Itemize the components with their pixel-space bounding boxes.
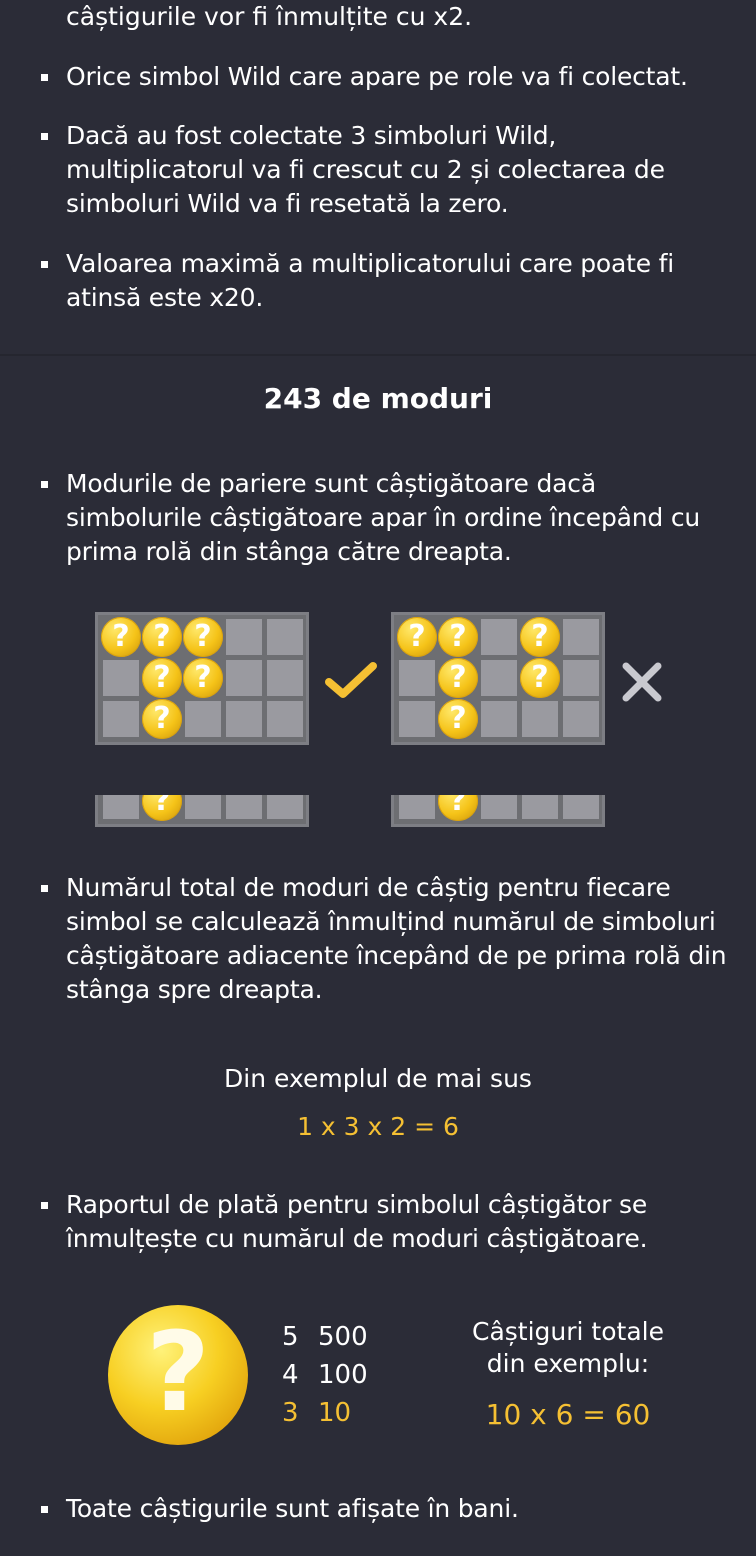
question-coin-icon: ? (183, 617, 223, 657)
paytable-count: 3 (282, 1398, 299, 1428)
rules-page: câștigurile vor fi înmulțite cu x2. Oric… (0, 0, 756, 1556)
rule-text: Raportul de plată pentru simbolul câștig… (66, 1190, 648, 1253)
paytable-value: 500 (318, 1322, 368, 1352)
reel-cell (481, 660, 517, 696)
reel-cell (185, 795, 221, 819)
reel-cell (399, 795, 435, 819)
question-coin-icon: ? (142, 658, 182, 698)
paytable-row-highlighted: 3 10 (282, 1398, 351, 1428)
bullet-dot (41, 1202, 48, 1209)
reel-cell (226, 619, 262, 655)
example-grid-partial-left: ?????? (95, 795, 309, 827)
question-coin-icon: ? (520, 617, 560, 657)
cross-icon (622, 662, 662, 702)
reel-cell (563, 619, 599, 655)
question-coin-icon: ? (142, 617, 182, 657)
example-grid-copy: ?????? (95, 795, 309, 827)
rule-text-fragment: câștigurile vor fi înmulțite cu x2. (66, 2, 473, 31)
reel-cell (399, 701, 435, 737)
paytable-row: 4 100 (282, 1360, 368, 1390)
question-coin-icon: ? (108, 1305, 248, 1445)
total-win-label: Câștiguri totale din exemplu: (440, 1316, 696, 1380)
paytable-value: 10 (318, 1398, 352, 1428)
question-coin-icon: ? (438, 699, 478, 739)
bullet-dot (41, 74, 48, 81)
example-grid-partial-right: ?????? (391, 795, 605, 827)
reel-cell (267, 795, 303, 819)
reel-cell (103, 660, 139, 696)
bullet-dot (41, 261, 48, 268)
reel-cell (226, 660, 262, 696)
question-coin-icon: ? (397, 617, 437, 657)
total-win-label-line1: Câștiguri totale (472, 1317, 664, 1346)
example-grid-invalid: ?????? (391, 612, 605, 745)
section-title: 243 de moduri (263, 382, 493, 415)
rule-text: Dacă au fost colectate 3 simboluri Wild,… (66, 121, 665, 218)
reel-cell (103, 701, 139, 737)
paytable-count: 5 (282, 1322, 299, 1352)
example-grid-valid: ?????? (95, 612, 309, 745)
reel-cell (481, 795, 517, 819)
bullet-dot (41, 885, 48, 892)
question-coin-icon: ? (438, 795, 478, 821)
example-grid-copy: ?????? (391, 795, 605, 827)
paytable-count: 4 (282, 1360, 299, 1390)
checkmark-icon (325, 662, 377, 698)
reel-cell (226, 701, 262, 737)
bullet-dot (41, 481, 48, 488)
bullet-dot (41, 133, 48, 140)
example-label: Din exemplul de mai sus (224, 1064, 532, 1093)
reel-cell (399, 660, 435, 696)
section-divider (0, 354, 756, 356)
total-win-label-line2: din exemplu: (486, 1349, 650, 1378)
bullet-dot (41, 1506, 48, 1513)
paytable-value: 100 (318, 1360, 368, 1390)
reel-cell (563, 795, 599, 819)
question-coin-icon: ? (520, 658, 560, 698)
reel-cell (103, 795, 139, 819)
reel-cell (226, 795, 262, 819)
reel-cell (267, 701, 303, 737)
question-coin-icon: ? (142, 699, 182, 739)
reel-cell (481, 701, 517, 737)
rule-text: Orice simbol Wild care apare pe role va … (66, 62, 688, 91)
reel-cell (522, 701, 558, 737)
reel-cell (563, 660, 599, 696)
reel-cell (267, 660, 303, 696)
example-formula: 1 x 3 x 2 = 6 (297, 1112, 459, 1141)
rule-text: Valoarea maximă a multiplicatorului care… (66, 249, 675, 312)
rule-text: Toate câștigurile sunt afișate în bani. (66, 1494, 519, 1523)
rule-text: Numărul total de moduri de câștig pentru… (66, 873, 727, 1004)
question-coin-icon: ? (101, 617, 141, 657)
reel-cell (267, 619, 303, 655)
question-coin-icon: ? (438, 617, 478, 657)
question-coin-icon: ? (142, 795, 182, 821)
question-coin-icon: ? (438, 658, 478, 698)
reel-cell (522, 795, 558, 819)
reel-cell (563, 701, 599, 737)
reel-cell (185, 701, 221, 737)
rule-text: Modurile de pariere sunt câștigătoare da… (66, 469, 701, 566)
reel-cell (481, 619, 517, 655)
paytable-row: 5 500 (282, 1322, 368, 1352)
question-coin-icon: ? (183, 658, 223, 698)
total-win-formula: 10 x 6 = 60 (485, 1398, 651, 1431)
